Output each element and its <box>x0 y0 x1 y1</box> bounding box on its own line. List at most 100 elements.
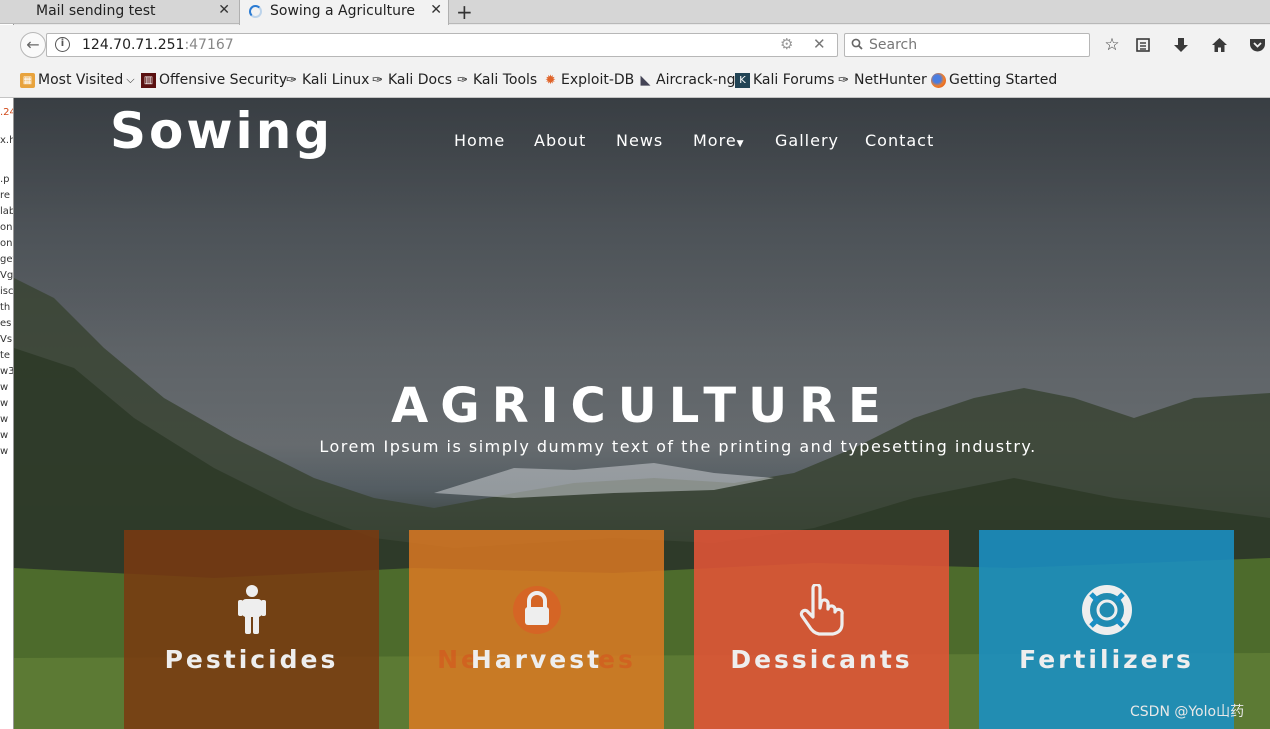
reading-list-icon[interactable] <box>1132 34 1154 56</box>
bookmark-offensive-security[interactable]: ▥ Offensive Security <box>141 72 287 88</box>
home-icon[interactable] <box>1208 34 1230 56</box>
background-window-text: re <box>0 190 11 201</box>
background-window-text: x.h <box>0 135 14 146</box>
background-window-text: .p <box>0 174 10 185</box>
kali-icon: ✑ <box>372 72 383 88</box>
site-brand-logo[interactable]: Sowing <box>110 102 333 160</box>
new-tab-plus-icon[interactable]: + <box>456 0 473 24</box>
bookmark-nethunter[interactable]: ✑ NetHunter <box>836 72 927 88</box>
hero-title: AGRICULTURE <box>391 378 893 434</box>
hero-subtitle: Lorem Ipsum is simply dummy text of the … <box>319 437 1037 456</box>
bookmark-kali-linux[interactable]: ✑ Kali Linux <box>284 72 369 88</box>
bookmark-kali-tools[interactable]: ✑ Kali Tools <box>455 72 537 88</box>
background-window-text: te <box>0 350 11 361</box>
bookmark-aircrack-ng[interactable]: ◣ Aircrack-ng <box>638 72 736 88</box>
bookmark-label: Most Visited <box>38 72 124 88</box>
bookmark-kali-docs[interactable]: ✑ Kali Docs <box>370 72 452 88</box>
bookmark-label: NetHunter <box>854 72 927 88</box>
stop-loading-icon[interactable]: ✕ <box>813 35 826 53</box>
kali-icon: ✑ <box>286 72 297 88</box>
bookmark-label: Offensive Security <box>159 72 288 88</box>
background-window-text: Vs <box>0 334 13 345</box>
url-bar[interactable]: i 124.70.71.251:47167 ⚙ ✕ <box>46 33 838 57</box>
navigation-toolbar: ← i 124.70.71.251:47167 ⚙ ✕ Search ☆ <box>0 25 1270 65</box>
background-window-text: w <box>0 382 9 393</box>
most-visited-icon: ▦ <box>20 72 35 88</box>
close-tab-icon[interactable]: ✕ <box>430 2 442 18</box>
url-port: :47167 <box>184 37 234 53</box>
background-window-text: Vgi <box>0 270 14 281</box>
bookmark-exploit-db[interactable]: ✹ Exploit-DB <box>543 72 634 88</box>
close-tab-icon[interactable]: ✕ <box>218 2 230 18</box>
tab-mail-sending-test[interactable]: Mail sending test ✕ <box>14 0 236 24</box>
background-window-text: get <box>0 254 13 265</box>
card-title: Dessicants <box>730 645 913 674</box>
menu-contact[interactable]: Contact <box>865 131 934 150</box>
bookmark-label: Kali Tools <box>473 72 538 88</box>
background-window-text: w <box>0 446 9 457</box>
card-title: Fertilizers <box>1019 645 1194 674</box>
lock-icon <box>409 584 664 636</box>
bookmark-most-visited[interactable]: ▦ Most Visited ⌵ <box>20 72 135 88</box>
bookmarks-toolbar: ▦ Most Visited ⌵ ▥ Offensive Security ✑ … <box>0 65 1270 98</box>
menu-about[interactable]: About <box>534 131 586 150</box>
search-input[interactable]: Search <box>844 33 1090 57</box>
background-window-text: th <box>0 302 11 313</box>
card-dessicants[interactable]: Dessicants <box>694 530 949 729</box>
tab-label: Mail sending test <box>36 3 156 19</box>
tab-label: Sowing a Agriculture ... <box>270 3 420 19</box>
bookmark-label: Exploit-DB <box>561 72 635 88</box>
search-placeholder: Search <box>869 37 918 53</box>
kali-forums-icon: K <box>735 72 750 88</box>
background-window-text: lab <box>0 206 14 217</box>
menu-more[interactable]: More▼ <box>693 131 745 150</box>
card-pesticides[interactable]: Pesticides <box>124 530 379 729</box>
pointing-hand-icon <box>694 582 949 636</box>
loading-spinner-icon <box>249 5 262 18</box>
web-page: Sowing Home About News More▼ Gallery Con… <box>14 98 1270 729</box>
chevron-down-icon: ⌵ <box>126 73 135 86</box>
caret-down-icon: ▼ <box>736 139 745 149</box>
background-window-text: w3 <box>0 366 14 377</box>
tab-sowing-agriculture[interactable]: Sowing a Agriculture ... ✕ <box>239 0 449 25</box>
bookmark-getting-started[interactable]: Getting Started <box>931 72 1057 88</box>
card-fertilizers[interactable]: Fertilizers <box>979 530 1234 729</box>
bookmark-label: Kali Docs <box>388 72 453 88</box>
background-window-text: es <box>0 318 12 329</box>
background-window-text: w <box>0 398 9 409</box>
pocket-icon[interactable] <box>1246 34 1268 56</box>
person-icon <box>124 584 379 636</box>
menu-gallery[interactable]: Gallery <box>775 131 839 150</box>
url-text: 124.70.71.251:47167 <box>82 37 234 53</box>
download-arrow-icon[interactable] <box>1170 34 1192 56</box>
menu-news[interactable]: News <box>616 131 663 150</box>
tab-strip: Mail sending test ✕ Sowing a Agriculture… <box>0 0 1270 25</box>
bookmark-label: Aircrack-ng <box>656 72 736 88</box>
gear-icon[interactable]: ⚙ <box>780 35 793 53</box>
menu-more-label: More <box>693 131 737 150</box>
bookmark-label: Kali Linux <box>302 72 370 88</box>
menu-home[interactable]: Home <box>454 131 505 150</box>
exploit-db-icon: ✹ <box>545 72 556 88</box>
background-window-text: isc <box>0 286 14 297</box>
background-window-text: w <box>0 430 9 441</box>
background-window-edge: roSnc.24x.h.prelabonongetVgiiscthesVstew… <box>0 24 14 729</box>
back-arrow-icon[interactable]: ← <box>20 32 46 58</box>
card-harvest[interactable]: Ne es Harvest <box>409 530 664 729</box>
csdn-watermark: CSDN @Yolo山药 <box>1130 704 1245 720</box>
bookmark-label: Getting Started <box>949 72 1058 88</box>
lifebuoy-icon <box>979 584 1234 636</box>
url-host: 124.70.71.251 <box>82 37 185 53</box>
bookmark-star-icon[interactable]: ☆ <box>1101 34 1123 56</box>
kali-icon: ✑ <box>838 72 849 88</box>
card-title: Pesticides <box>164 645 339 674</box>
bookmark-kali-forums[interactable]: K Kali Forums <box>735 72 834 88</box>
kali-icon: ✑ <box>457 72 468 88</box>
offensive-security-icon: ▥ <box>141 72 156 88</box>
card-title: Harvest <box>470 645 603 674</box>
aircrack-icon: ◣ <box>640 72 651 88</box>
info-icon[interactable]: i <box>55 37 70 52</box>
search-icon <box>851 38 863 50</box>
bookmark-label: Kali Forums <box>753 72 835 88</box>
firefox-icon <box>931 72 946 88</box>
